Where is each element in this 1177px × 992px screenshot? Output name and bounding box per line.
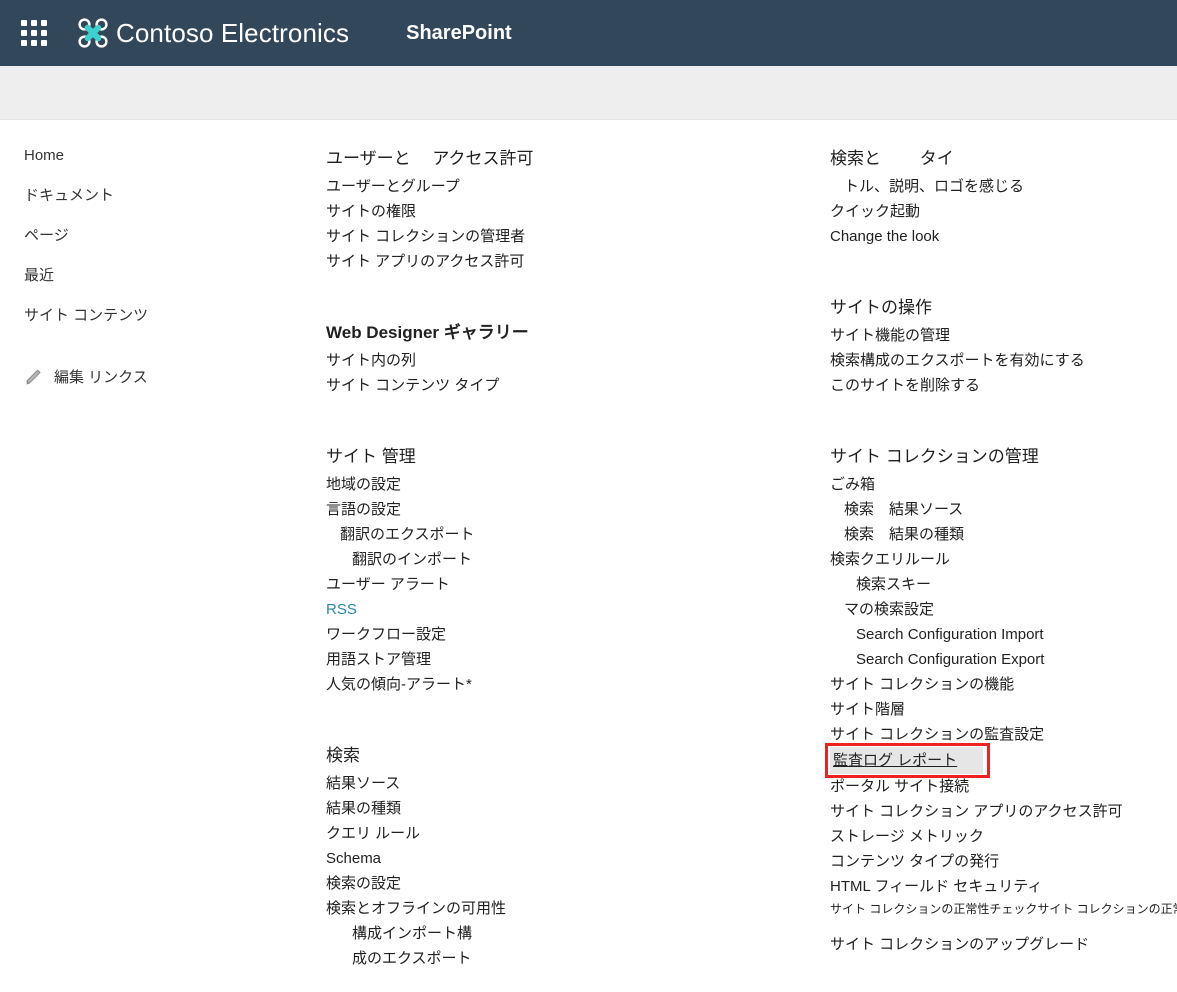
link-portal-site-connection[interactable]: ポータル サイト接続 [830, 774, 1177, 799]
group-site-actions: サイトの操作 サイト機能の管理 検索構成のエクスポートを有効にする このサイトを… [830, 295, 1177, 398]
link-site-columns[interactable]: サイト内の列 [326, 348, 796, 373]
link-site-collection-features[interactable]: サイト コレクションの機能 [830, 672, 1177, 697]
link-search-result-types[interactable]: 検索 結果の種類 [830, 522, 1177, 547]
link-site-app-permissions[interactable]: サイト アプリのアクセス許可 [326, 249, 796, 274]
sidebar-item-recent[interactable]: 最近 [24, 266, 274, 285]
link-content-type-publishing[interactable]: コンテンツ タイプの発行 [830, 849, 1177, 874]
link-result-types[interactable]: 結果の種類 [326, 796, 796, 821]
page-root: Contoso Electronics SharePoint Home ドキュメ… [0, 0, 1177, 992]
link-export-translations[interactable]: 翻訳のエクスポート [326, 522, 796, 547]
audit-log-reports-callout: 監査ログ レポート [825, 743, 991, 778]
link-delete-this-site[interactable]: このサイトを削除する [830, 373, 1177, 398]
link-language-settings[interactable]: 言語の設定 [326, 497, 796, 522]
link-search-schema[interactable]: 検索スキー [830, 572, 1177, 597]
link-manage-site-features[interactable]: サイト機能の管理 [830, 323, 1177, 348]
link-change-the-look[interactable]: Change the look [830, 224, 1177, 249]
waffle-dot [41, 40, 47, 46]
waffle-dot [21, 20, 27, 26]
settings-column-middle: ユーザーと アクセス許可 ユーザーとグループ サイトの権限 サイト コレクション… [326, 146, 796, 971]
waffle-dot [31, 20, 37, 26]
left-navigation: Home ドキュメント ページ 最近 サイト コンテンツ 編集 リンクス [24, 146, 274, 387]
waffle-dot [31, 30, 37, 36]
link-enable-search-config-export[interactable]: 検索構成のエクスポートを有効にする [830, 348, 1177, 373]
sidebar-item-site-contents[interactable]: サイト コンテンツ [24, 306, 274, 325]
group-site-collection-administration: サイト コレクションの管理 ごみ箱 検索 結果ソース 検索 結果の種類 検索クエ… [825, 444, 1177, 957]
group-look-and-feel: 検索と タイ トル、説明、ロゴを感じる クイック起動 Change the lo… [830, 146, 1177, 249]
group-heading[interactable]: サイトの操作 [830, 295, 1177, 320]
link-site-collection-audit-settings[interactable]: サイト コレクションの監査設定 [830, 722, 1177, 747]
link-rss[interactable]: RSS [326, 597, 796, 622]
brand-link[interactable]: Contoso Electronics [76, 16, 349, 50]
link-site-hierarchy[interactable]: サイト階層 [830, 697, 1177, 722]
settings-column-right: 検索と タイ トル、説明、ロゴを感じる クイック起動 Change the lo… [825, 146, 1177, 957]
waffle-dot [21, 30, 27, 36]
link-search-configuration-export[interactable]: Search Configuration Export [830, 647, 1177, 672]
link-regional-settings[interactable]: 地域の設定 [326, 472, 796, 497]
link-search-settings[interactable]: 検索の設定 [326, 871, 796, 896]
group-web-designer-galleries: Web Designer ギャラリー サイト内の列 サイト コンテンツ タイプ [326, 320, 796, 398]
link-user-alerts[interactable]: ユーザー アラート [326, 572, 796, 597]
link-site-collection-administrators[interactable]: サイト コレクションの管理者 [326, 224, 796, 249]
group-heading[interactable]: 検索と タイ [830, 146, 1177, 171]
group-heading[interactable]: サイト 管理 [326, 444, 796, 469]
edit-links-label: 編集 リンクス [54, 369, 148, 386]
link-workflow-settings[interactable]: ワークフロー設定 [326, 622, 796, 647]
link-recycle-bin[interactable]: ごみ箱 [830, 472, 1177, 497]
group-search: 検索 結果ソース 結果の種類 クエリ ルール Schema 検索の設定 検索とオ… [326, 743, 796, 971]
sidebar-item-home[interactable]: Home [24, 146, 274, 165]
link-term-store-management[interactable]: 用語ストア管理 [326, 647, 796, 672]
waffle-dot [41, 30, 47, 36]
link-search-settings-collection[interactable]: マの検索設定 [830, 597, 1177, 622]
group-heading[interactable]: Web Designer ギャラリー [326, 320, 796, 345]
link-popularity-trends-alerts[interactable]: 人気の傾向-アラート* [326, 672, 796, 697]
link-quick-launch[interactable]: クイック起動 [830, 199, 1177, 224]
waffle-dot [21, 40, 27, 46]
link-site-content-types[interactable]: サイト コンテンツ タイプ [326, 373, 796, 398]
sidebar-item-documents[interactable]: ドキュメント [24, 186, 274, 205]
link-configuration-import[interactable]: 構成インポート構 [326, 921, 796, 946]
group-heading[interactable]: サイト コレクションの管理 [830, 444, 1177, 469]
app-launcher-icon[interactable] [12, 20, 56, 46]
group-site-administration: サイト 管理 地域の設定 言語の設定 翻訳のエクスポート 翻訳のインポート ユー… [326, 444, 796, 697]
link-html-field-security[interactable]: HTML フィールド セキュリティ [830, 874, 1177, 899]
link-result-sources[interactable]: 結果ソース [326, 771, 796, 796]
app-name-sharepoint[interactable]: SharePoint [406, 22, 512, 45]
group-heading[interactable]: ユーザーと アクセス許可 [326, 146, 796, 171]
link-storage-metrics[interactable]: ストレージ メトリック [830, 824, 1177, 849]
waffle-dot [41, 20, 47, 26]
link-search-query-rules[interactable]: 検索クエリルール [830, 547, 1177, 572]
link-schema[interactable]: Schema [326, 846, 796, 871]
secondary-band [0, 66, 1177, 120]
waffle-dot [31, 40, 37, 46]
group-heading[interactable]: 検索 [326, 743, 796, 768]
link-users-and-groups[interactable]: ユーザーとグループ [326, 174, 796, 199]
sidebar-item-pages[interactable]: ページ [24, 226, 274, 245]
brand-name: Contoso Electronics [116, 17, 350, 48]
link-site-collection-app-permissions[interactable]: サイト コレクション アプリのアクセス許可 [830, 799, 1177, 824]
link-import-translations[interactable]: 翻訳のインポート [326, 547, 796, 572]
link-query-rules[interactable]: クエリ ルール [326, 821, 796, 846]
link-configuration-export[interactable]: 成のエクスポート [326, 946, 796, 971]
suite-header: Contoso Electronics SharePoint [0, 0, 1177, 66]
link-search-and-offline-availability[interactable]: 検索とオフラインの可用性 [326, 896, 796, 921]
contoso-logo-icon [78, 18, 108, 48]
link-site-collection-health-checks[interactable]: サイト コレクションの正常性チェックサイト コレクションの正常性チェック [830, 899, 1177, 920]
link-site-permissions[interactable]: サイトの権限 [326, 199, 796, 224]
link-audit-log-reports[interactable]: 監査ログ レポート [830, 747, 984, 774]
group-users-and-permissions: ユーザーと アクセス許可 ユーザーとグループ サイトの権限 サイト コレクション… [326, 146, 796, 274]
link-search-configuration-import[interactable]: Search Configuration Import [830, 622, 1177, 647]
edit-links-button[interactable]: 編集 リンクス [24, 366, 274, 387]
link-site-collection-upgrade[interactable]: サイト コレクションのアップグレード [830, 932, 1177, 957]
link-search-result-sources[interactable]: 検索 結果ソース [830, 497, 1177, 522]
pencil-icon [26, 369, 41, 384]
link-title-description-logo[interactable]: トル、説明、ロゴを感じる [830, 174, 1177, 199]
